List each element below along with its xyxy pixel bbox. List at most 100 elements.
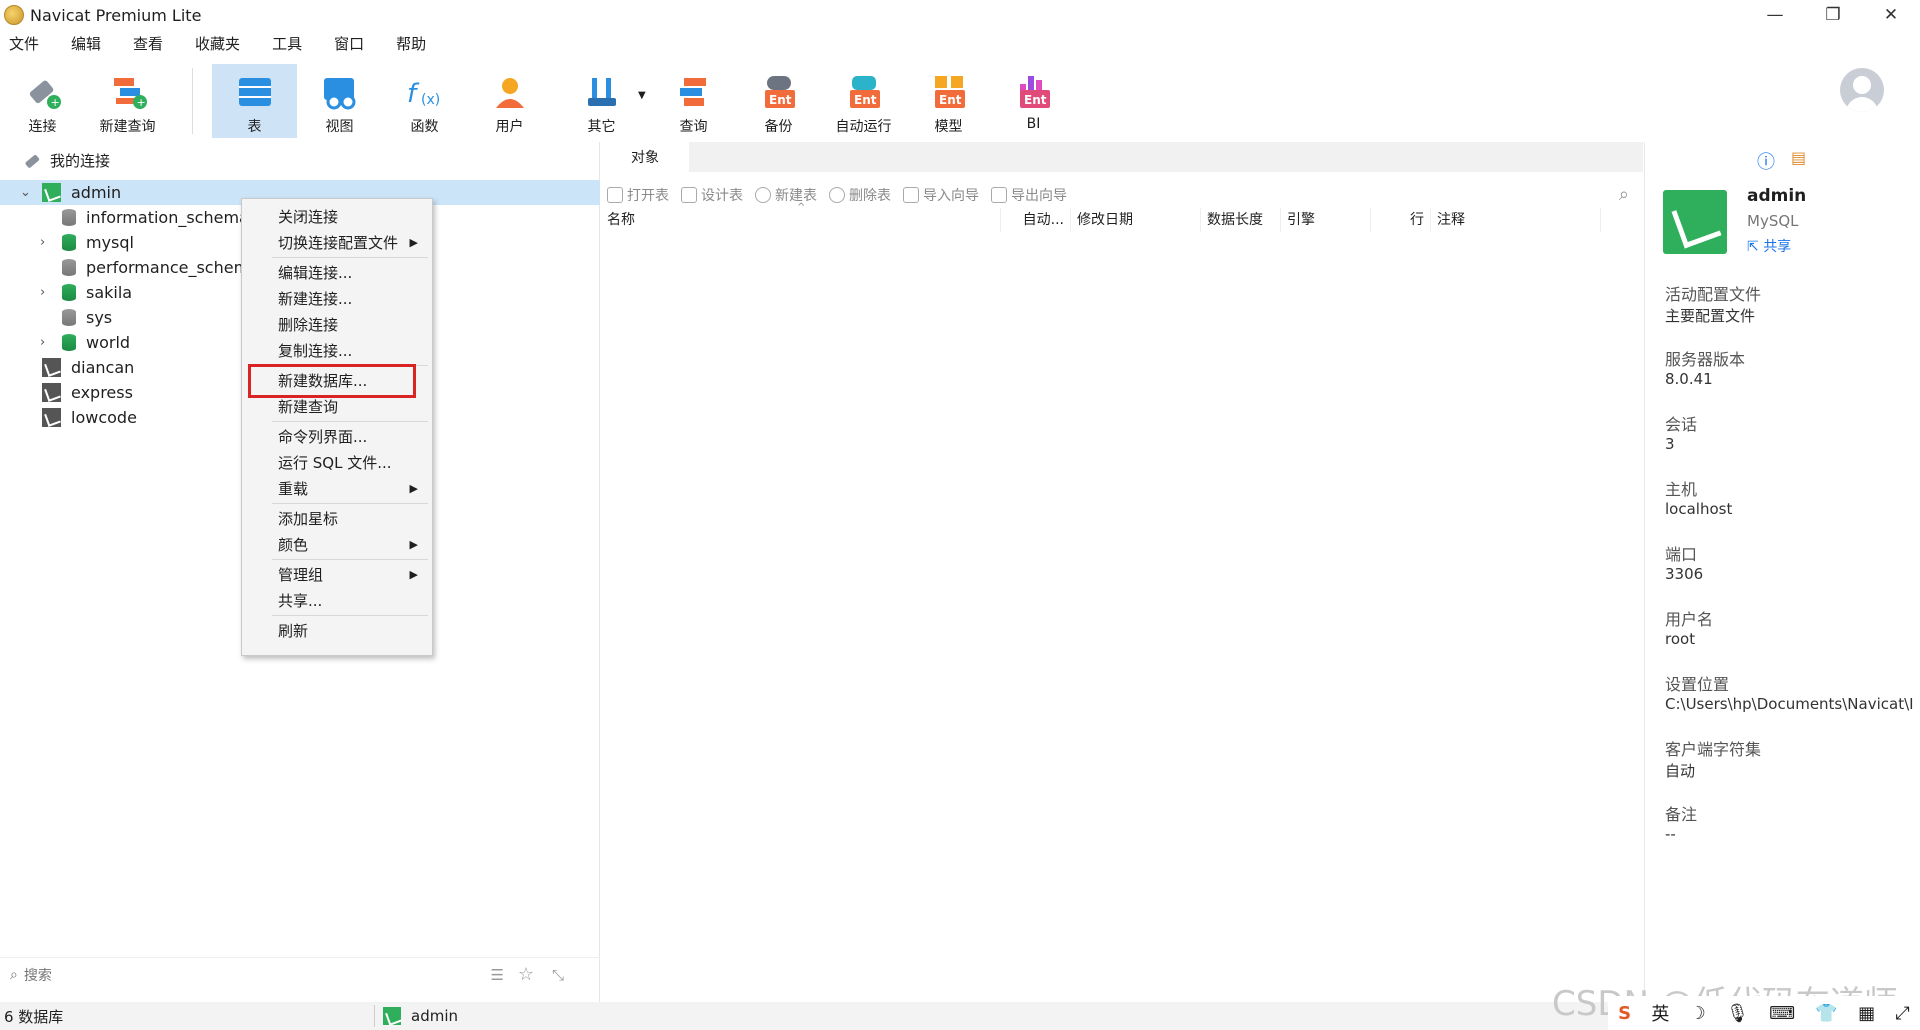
design-table-button[interactable]: 设计表 (681, 185, 743, 205)
mysql-connection-icon (42, 383, 61, 402)
context-menu-item[interactable]: 重载 ▶ (278, 477, 428, 501)
chevron-right-icon[interactable]: › (40, 285, 45, 300)
other-dropdown-icon[interactable]: ▼ (638, 90, 646, 101)
context-menu-item[interactable]: 删除连接 (278, 313, 428, 337)
skin-icon[interactable]: 👕 (1815, 1003, 1837, 1024)
bi-button[interactable]: Ent BI (991, 64, 1076, 138)
info-icon[interactable]: ⓘ (1757, 148, 1775, 174)
database-icon (62, 309, 76, 326)
objects-pane: 对象 打开表 设计表 新建表 删除表 导入向导 导出向导 ⌕ 名称 自动... 修改日期 数据长… (601, 142, 1643, 1002)
column-header[interactable]: 自动... (1011, 208, 1071, 232)
context-menu-item[interactable]: 关闭连接 (278, 205, 428, 229)
column-header[interactable]: 注释 (1431, 208, 1601, 232)
model-button[interactable]: Ent 模型 (906, 64, 991, 138)
mysql-connection-icon (383, 1007, 401, 1025)
context-menu-item[interactable]: 复制连接... (278, 339, 428, 363)
context-menu-item[interactable]: 刷新 (278, 619, 428, 643)
context-menu-item[interactable]: 共享... (278, 589, 428, 613)
sogou-ime-icon[interactable]: S (1618, 1003, 1631, 1024)
menu-0[interactable]: 文件 (0, 32, 48, 56)
column-header[interactable]: 引擎 (1281, 208, 1371, 232)
svg-text:f: f (407, 79, 420, 109)
chevron-right-icon[interactable]: › (40, 235, 45, 250)
mysql-connection-icon (42, 183, 61, 202)
moon-icon[interactable]: ☽ (1690, 1003, 1706, 1024)
new-query-button[interactable]: + 新建查询 (85, 64, 170, 138)
context-menu-item[interactable]: 新建查询 (278, 395, 428, 419)
bi-chart-icon: Ent (1012, 70, 1056, 114)
highlight-box (248, 364, 416, 398)
new-table-button[interactable]: 新建表 (755, 185, 817, 205)
connect-button[interactable]: + 连接 (0, 64, 85, 138)
view-button[interactable]: 视图 (297, 64, 382, 138)
menu-separator (272, 559, 428, 560)
mysql-dolphin-logo (1663, 190, 1727, 254)
filter-icon[interactable]: ☰ (491, 966, 504, 984)
function-button[interactable]: f (x) 函数 (382, 64, 467, 138)
minimize-button[interactable]: — (1746, 0, 1804, 30)
property-label: 服务器版本 (1665, 350, 1746, 369)
menu-2[interactable]: 查看 (124, 32, 172, 56)
ddl-icon[interactable]: ▤ (1791, 148, 1806, 167)
column-header[interactable]: 数据长度 (1201, 208, 1281, 232)
automation-button[interactable]: Ent 自动运行 (821, 64, 906, 138)
open-table-button[interactable]: 打开表 (607, 185, 669, 205)
collapse-icon[interactable]: ⤡ (552, 966, 564, 984)
plug-icon (25, 154, 40, 168)
chevron-down-icon[interactable]: ⌄ (20, 185, 31, 200)
menu-6[interactable]: 帮助 (387, 32, 435, 56)
context-menu-item[interactable]: 运行 SQL 文件... (278, 451, 428, 475)
menu-4[interactable]: 工具 (263, 32, 311, 56)
restore-button[interactable]: ❐ (1804, 0, 1862, 30)
plug-icon: + (21, 70, 65, 114)
context-menu-item[interactable]: 切换连接配置文件 ▶ (278, 231, 428, 255)
query-button[interactable]: 查询 (651, 64, 736, 138)
property-label: 活动配置文件 (1665, 285, 1762, 304)
system-tray: S 英 ☽ 🎙 ⌨ 👕 ▦ ⤢ (1608, 996, 1920, 1030)
star-icon[interactable]: ☆ (518, 964, 534, 985)
new-table-icon (755, 187, 771, 203)
context-menu-item[interactable]: 命令列界面... (278, 425, 428, 449)
svg-text:Ent: Ent (939, 93, 962, 107)
property-label: 客户端字符集 (1665, 740, 1762, 759)
database-icon (62, 234, 76, 251)
export-wizard-button[interactable]: 导出向导 (991, 185, 1067, 205)
close-button[interactable]: ✕ (1862, 0, 1920, 30)
property-value: C:\Users\hp\Documents\Navicat\I (1665, 695, 1914, 713)
delete-table-button[interactable]: 删除表 (829, 185, 891, 205)
context-menu-item[interactable]: 编辑连接... (278, 261, 428, 285)
property-label: 设置位置 (1665, 675, 1730, 694)
menu-separator (272, 257, 428, 258)
table-button[interactable]: 表 (212, 64, 297, 138)
mic-icon[interactable]: 🎙 (1726, 1003, 1749, 1024)
tab-objects[interactable]: 对象 (601, 142, 689, 172)
context-menu-item[interactable]: 管理组 ▶ (278, 563, 428, 587)
user-button[interactable]: 用户 (467, 64, 552, 138)
menu-3[interactable]: 收藏夹 (186, 32, 249, 56)
import-wizard-icon (903, 187, 919, 203)
keyboard-icon[interactable]: ⌨ (1769, 1003, 1795, 1024)
column-header[interactable]: 行 (1371, 208, 1431, 232)
user-avatar[interactable] (1840, 68, 1884, 112)
import-wizard-button[interactable]: 导入向导 (903, 185, 979, 205)
expand-icon[interactable]: ⤢ (1895, 1003, 1909, 1024)
other-button[interactable]: 其它 (559, 64, 644, 138)
property-value: -- (1665, 825, 1676, 843)
backup-button[interactable]: Ent 备份 (736, 64, 821, 138)
search-icon[interactable]: ⌕ (1619, 184, 1629, 205)
context-menu-item[interactable]: 新建连接... (278, 287, 428, 311)
context-menu-item[interactable]: 添加星标 (278, 507, 428, 531)
context-menu-item[interactable]: 颜色 ▶ (278, 533, 428, 557)
menu-separator (272, 503, 428, 504)
mysql-connection-icon (42, 408, 61, 427)
tools-icon (580, 70, 624, 114)
menu-5[interactable]: 窗口 (325, 32, 373, 56)
navigator-search[interactable]: ⌕ 搜索 ☰ ☆ ⤡ (0, 957, 600, 991)
grid-icon[interactable]: ▦ (1858, 1003, 1875, 1024)
column-header[interactable]: 修改日期 (1071, 208, 1201, 232)
svg-text:+: + (50, 96, 59, 109)
menu-1[interactable]: 编辑 (62, 32, 110, 56)
share-link[interactable]: ⇱ 共享 (1747, 236, 1791, 256)
chevron-right-icon[interactable]: › (40, 335, 45, 350)
new-query-icon: + (106, 70, 150, 114)
